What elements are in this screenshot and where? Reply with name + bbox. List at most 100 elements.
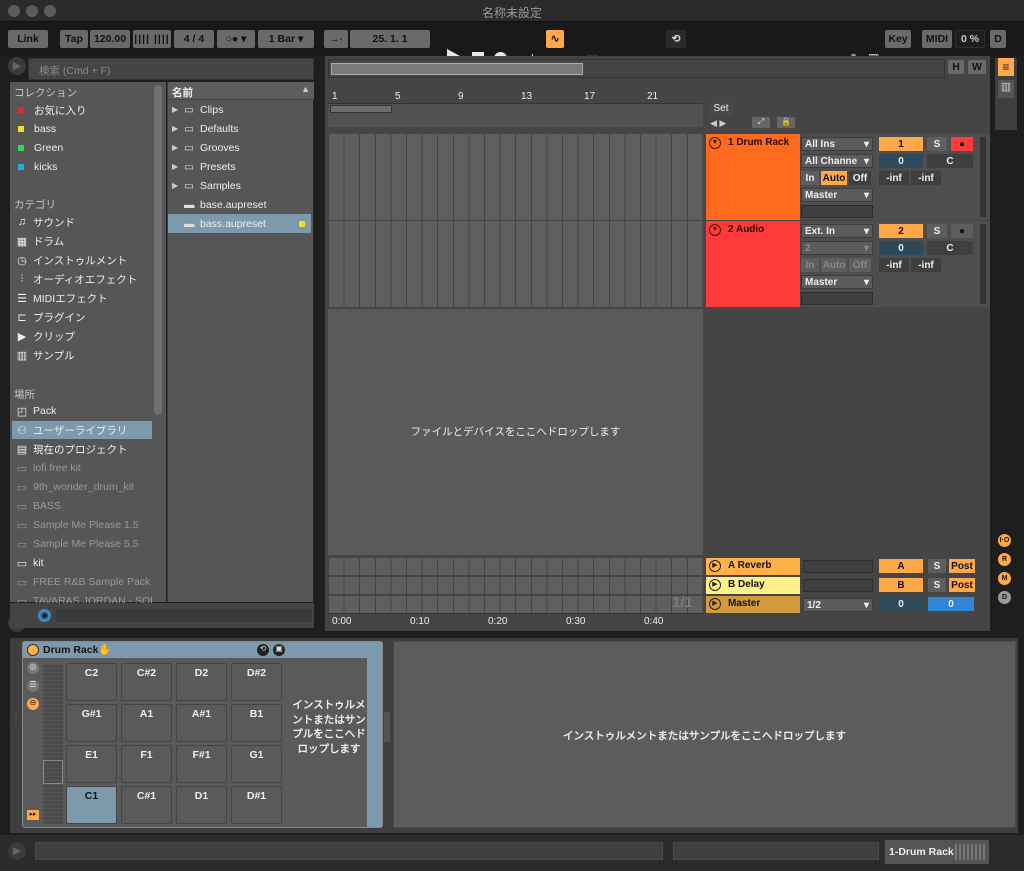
zoom-width-button[interactable]: W <box>968 60 986 74</box>
place-item[interactable]: ▭ Sample Me Please 1.5 <box>12 516 139 534</box>
previous-locator-icon[interactable]: ◀ ▶ <box>710 118 726 129</box>
track-activator-button[interactable]: 2 <box>879 224 923 238</box>
file-item[interactable]: ▬ bass.aupreset <box>168 214 311 233</box>
place-item[interactable]: ▤ 現在のプロジェクト <box>12 440 128 458</box>
fold-icon[interactable]: ▼ <box>709 224 721 236</box>
return-activator-button[interactable]: A <box>879 559 923 573</box>
song-position-field[interactable]: 25. 1. 1 <box>350 30 430 48</box>
monitor-auto-button[interactable]: Auto <box>821 171 847 185</box>
input-channel-dropdown[interactable]: All Channe ▾ <box>801 154 873 168</box>
midi-map-button[interactable]: MIDI <box>922 30 952 48</box>
expand-icon[interactable]: ⤢ <box>752 117 770 128</box>
drum-pad[interactable]: D2 <box>176 663 227 701</box>
category-item[interactable]: ▥ サンプル <box>12 346 75 364</box>
collection-item[interactable]: Green <box>12 139 63 157</box>
output-dropdown[interactable]: Master ▾ <box>801 275 873 289</box>
device-on-icon[interactable] <box>27 644 39 656</box>
arm-button[interactable]: ● <box>951 137 973 151</box>
expand-arrow-icon[interactable]: ▶ <box>172 105 184 114</box>
fold-icon[interactable]: ▶ <box>709 598 721 610</box>
monitor-off-button[interactable]: Off <box>849 258 871 272</box>
lock-icon[interactable]: 🔒 <box>777 117 795 128</box>
pad-overview[interactable] <box>43 664 63 824</box>
place-item[interactable]: ▭ lofi free kit <box>12 459 81 477</box>
input-type-dropdown[interactable]: Ext. In ▾ <box>801 224 873 238</box>
category-item[interactable]: ☰ MIDIエフェクト <box>12 289 108 307</box>
output-dropdown[interactable]: Master ▾ <box>801 188 873 202</box>
monitor-in-button[interactable]: In <box>801 171 819 185</box>
return-lane[interactable] <box>328 577 703 594</box>
save-preset-icon[interactable]: ▣ <box>273 644 285 656</box>
arm-button[interactable]: ● <box>951 224 973 238</box>
section-toggle-button[interactable]: M <box>998 572 1011 585</box>
drum-pad[interactable]: G1 <box>231 745 282 783</box>
category-item[interactable]: ♫ サウンド <box>12 213 75 231</box>
drum-pad[interactable]: D1 <box>176 786 227 824</box>
drum-pad[interactable]: C1 <box>66 786 117 824</box>
drum-pad[interactable]: F1 <box>121 745 172 783</box>
collection-item[interactable]: bass <box>12 120 56 138</box>
drum-pad[interactable]: C#2 <box>121 663 172 701</box>
track-lane[interactable] <box>328 134 703 220</box>
category-item[interactable]: ⊏ プラグイン <box>12 308 85 326</box>
file-item[interactable]: ▶ ▭ Samples <box>168 176 311 195</box>
overview-handle[interactable] <box>331 63 583 75</box>
category-item[interactable]: ⫶ オーディオエフェクト <box>12 270 138 288</box>
return-output-field[interactable] <box>803 579 873 592</box>
metronome-icon[interactable]: ○● ▾ <box>217 30 255 48</box>
return-solo-button[interactable]: S <box>928 559 946 573</box>
device-drop-area[interactable]: インストゥルメントまたはサンプルをここへドロップします <box>393 641 1016 828</box>
category-item[interactable]: ◷ インストゥルメント <box>12 251 127 269</box>
sidebar-scrollbar[interactable] <box>154 85 162 415</box>
input-type-dropdown[interactable]: All Ins ▾ <box>801 137 873 151</box>
time-signature-field[interactable]: 4 / 4 <box>174 30 214 48</box>
fold-icon[interactable]: ▶ <box>709 579 721 591</box>
track-header[interactable]: ▼ 1 Drum Rack <box>706 134 800 220</box>
section-toggle-button[interactable]: I·O <box>998 534 1011 547</box>
expand-arrow-icon[interactable]: ▶ <box>172 162 184 171</box>
track-activator-button[interactable]: 1 <box>879 137 923 151</box>
key-map-button[interactable]: Key <box>885 30 911 48</box>
collection-item[interactable]: お気に入り <box>12 101 87 119</box>
fold-icon[interactable]: ▼ <box>709 137 721 149</box>
selected-track-indicator[interactable]: 1-Drum Rack <box>885 840 989 864</box>
return-solo-button[interactable]: S <box>928 578 946 592</box>
monitor-off-button[interactable]: Off <box>849 171 871 185</box>
automation-arm-icon[interactable]: ∿ <box>546 30 564 48</box>
output-channel-field[interactable] <box>801 292 873 305</box>
drum-pad[interactable]: E1 <box>66 745 117 783</box>
loop-brace-lane[interactable] <box>328 104 703 127</box>
zoom-height-button[interactable]: H <box>948 60 964 74</box>
section-toggle-button[interactable]: R <box>998 553 1011 566</box>
monitor-in-button[interactable]: In <box>801 258 819 272</box>
set-locator-button[interactable]: Set <box>709 103 733 116</box>
link-button[interactable]: Link <box>8 30 48 48</box>
drum-pad[interactable]: D#1 <box>231 786 282 824</box>
return-post-button[interactable]: Post <box>949 559 975 573</box>
solo-button[interactable]: S <box>927 224 947 238</box>
loop-brace[interactable] <box>330 105 392 113</box>
pan-field[interactable]: C <box>927 154 973 168</box>
loop-icon[interactable]: ⟲ <box>666 30 686 48</box>
preview-icon[interactable]: ◉ <box>38 609 51 622</box>
time-ruler[interactable]: 0:00 0:10 0:20 0:30 0:40 <box>328 613 703 628</box>
drum-pad[interactable]: A#1 <box>176 704 227 742</box>
volume-field[interactable]: 0 <box>879 241 923 255</box>
chain-list-icon[interactable]: ☰ <box>27 680 39 692</box>
solo-button[interactable]: S <box>927 137 947 151</box>
io-toggle-icon[interactable]: ▸▸ <box>27 810 39 820</box>
sort-ascending-icon[interactable]: ▲ <box>301 84 310 94</box>
place-item[interactable]: ▭ Sample Me Please 5.5 <box>12 535 139 553</box>
expand-arrow-icon[interactable]: ▶ <box>172 124 184 133</box>
detail-toggle-icon[interactable]: ▶ <box>8 842 26 860</box>
monitor-auto-button[interactable]: Auto <box>821 258 847 272</box>
place-item[interactable]: ◰ Pack <box>12 402 57 420</box>
view-toggle-icon[interactable]: ≡ <box>998 58 1014 76</box>
drum-pad[interactable]: C2 <box>66 663 117 701</box>
cue-volume-field[interactable]: 0 <box>928 597 974 611</box>
device-grip-icon[interactable]: ⋮ <box>11 714 21 725</box>
tap-tempo-button[interactable]: Tap <box>60 30 88 48</box>
place-item[interactable]: ▭ FREE R&B Sample Pack <box>12 573 151 591</box>
track-header[interactable]: ▼ 2 Audio <box>706 221 800 307</box>
collection-item[interactable]: kicks <box>12 158 57 176</box>
